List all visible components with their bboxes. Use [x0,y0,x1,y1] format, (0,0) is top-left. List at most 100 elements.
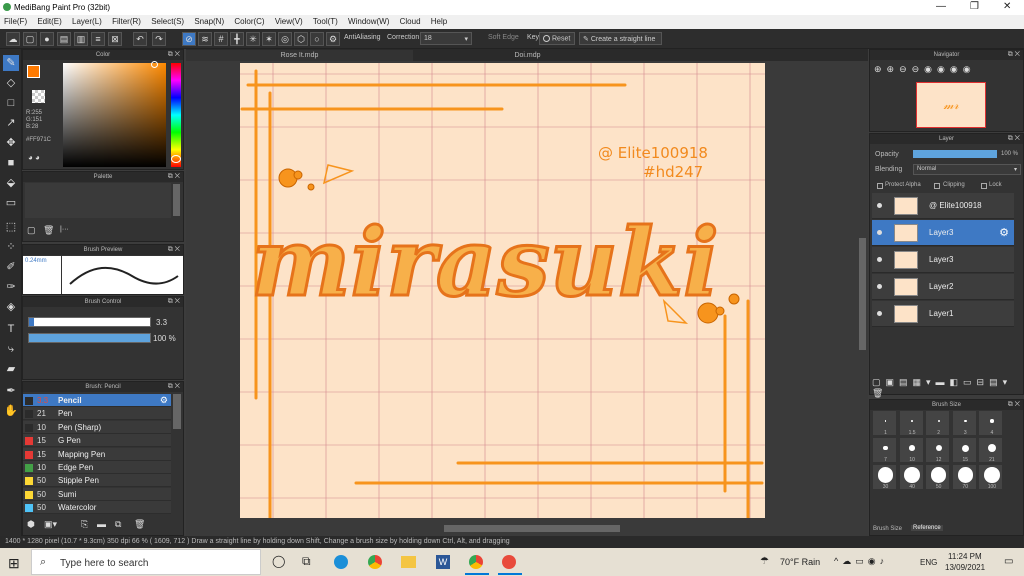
layer-row[interactable]: @ Elite100918 [872,193,1014,219]
undo-icon[interactable]: ↶ [133,32,147,46]
select-pen-icon[interactable]: ✐ [3,259,19,275]
menu-layer[interactable]: Layer(L) [68,15,106,26]
snap-concentric-icon[interactable]: ◎ [278,32,292,46]
layer-opacity-slider[interactable] [913,150,997,158]
tray-icons[interactable]: ^☁▭◉♪ [834,556,888,567]
task-view-icon[interactable]: ◯ [272,554,285,568]
shape-tool-icon[interactable]: ■ [3,155,19,171]
blending-select[interactable]: Normal ▾ [913,164,1021,175]
widgets-icon[interactable]: ⧉ [302,554,311,569]
brush-item[interactable]: 50 Sumi [23,487,171,501]
brush-item[interactable]: 15 Mapping Pen [23,447,171,461]
move-tool-icon[interactable]: ✥ [3,135,19,151]
snap-cross-icon[interactable]: ╋ [230,32,244,46]
layer-row[interactable]: Layer3 ⚙ [872,220,1014,246]
menu-color[interactable]: Color(C) [230,15,268,26]
windows-start-icon[interactable]: ⊞ [8,555,20,572]
snap-off-icon[interactable]: ⊘ [182,32,196,46]
brush-tool-icon[interactable]: ✎ [3,55,19,71]
canvas-vscrollbar[interactable] [859,238,866,350]
foreground-color[interactable] [27,65,40,78]
fill-tool-icon[interactable]: ⬙ [3,175,19,191]
snap-circle-icon[interactable]: ○ [310,32,324,46]
menu-select[interactable]: Select(S) [147,15,188,26]
menu-tool[interactable]: Tool(T) [309,15,342,26]
palette-add-icon[interactable]: ▢ [27,225,36,236]
brush-size-cell[interactable]: 3 [951,410,977,436]
visibility-icon[interactable] [877,203,882,208]
brush-size-cell[interactable]: 30 [872,464,897,490]
brush-item[interactable]: 21 Pen [23,407,171,421]
notification-icon[interactable]: ▭ [1004,556,1013,567]
comment-icon[interactable]: ● [40,32,54,46]
brush-folder-icon[interactable]: ▬ [97,519,106,529]
brush-size-cell[interactable]: 15 [951,437,977,463]
brush-list-scrollbar[interactable] [173,394,181,429]
color-mode-icons[interactable]: ◕ ◕ [28,153,56,163]
text-tool-icon[interactable]: T [3,321,19,337]
background-color[interactable] [32,90,45,103]
export-icon[interactable]: ▥ [74,32,88,46]
brush-delete-icon[interactable]: 🗑 [134,519,145,530]
tab-doi[interactable]: Doi.mdp [414,50,641,61]
add-brush-icon[interactable]: ⬢ [27,519,35,530]
snap-settings-icon[interactable]: ⚙ [326,32,340,46]
navigator-thumbnail[interactable]: 𝓂𝓇 [916,82,986,128]
hue-slider[interactable] [171,63,181,167]
cloud-icon[interactable]: ☁ [6,32,20,46]
brush-size-cell[interactable]: 4 [978,410,1004,436]
menu-snap[interactable]: Snap(N) [190,15,228,26]
lasso-tool-icon[interactable]: ⬚ [3,219,19,235]
tab-rose-it[interactable]: Rose It.mdp [186,50,413,61]
close-icon[interactable]: ✕ [1003,1,1011,12]
gradient-tool-icon[interactable]: ▭ [3,195,19,211]
eyedropper-icon[interactable]: ✒ [3,383,19,399]
brush-size-slider[interactable] [28,317,151,327]
file-explorer-icon[interactable] [401,556,416,568]
brush-opacity-slider[interactable] [28,333,151,343]
canvas-paper[interactable]: mirasuki @ Elite100918 #hd247 [240,63,765,518]
snap-parallel-icon[interactable]: ≋ [198,32,212,46]
new-file-icon[interactable]: ▢ [23,32,37,46]
brush-size-cell[interactable]: 40 [898,464,924,490]
lock-checkbox[interactable] [981,183,987,189]
brush-size-cell[interactable]: 10 [898,437,924,463]
clipping-checkbox[interactable] [934,183,940,189]
brush-size-cell[interactable]: 1 [872,410,897,436]
brush-size-cell[interactable]: 50 [925,464,951,490]
magic-wand-icon[interactable]: ⁘ [3,239,19,255]
eraser-tool-icon[interactable]: ◇ [3,75,19,91]
operation-tool-icon[interactable]: ⤷ [3,341,19,357]
brush-item[interactable]: 10 Pen (Sharp) [23,420,171,434]
edge-browser-icon[interactable] [334,555,348,569]
snap-radial-icon[interactable]: ✶ [262,32,276,46]
brush-size-cell[interactable]: 2 [925,410,951,436]
protect-alpha-checkbox[interactable] [877,183,883,189]
palette-delete-icon[interactable]: 🗑 [43,225,54,236]
snap-curve-icon[interactable]: ⬡ [294,32,308,46]
visibility-icon[interactable] [877,257,882,262]
palette-menu-icon[interactable]: |··· [60,226,69,233]
brush-size-cell[interactable]: 1.5 [898,410,924,436]
dot-tool-icon[interactable]: □ [3,95,19,111]
minimize-icon[interactable]: — [936,1,946,12]
layer-settings-icon[interactable]: ⚙ [999,226,1009,239]
brush-size-cell[interactable]: 100 [978,464,1004,490]
brush-size-cell[interactable]: 21 [978,437,1004,463]
reference-tab[interactable]: Reference [911,525,943,531]
panel-tool-icon[interactable]: ▰ [3,361,19,377]
straight-line-button[interactable]: ✎ Create a straight line [579,32,662,45]
visibility-icon[interactable] [877,311,882,316]
hand-tool-icon[interactable]: ✋ [3,403,19,419]
language-indicator[interactable]: ENG [920,558,937,567]
add-brush-dropdown-icon[interactable]: ▣▾ [44,519,57,530]
visibility-icon[interactable] [877,230,882,235]
menu-edit[interactable]: Edit(E) [33,15,65,26]
palette-scrollbar[interactable] [173,184,180,216]
word-icon[interactable]: W [436,555,450,569]
select-tool-icon[interactable]: ↗ [3,115,19,131]
brush-item[interactable]: 10 Edge Pen [23,461,171,474]
redo-icon[interactable]: ↷ [152,32,166,46]
chrome-active-icon[interactable] [469,555,483,569]
brush-size-cell[interactable]: 12 [925,437,951,463]
